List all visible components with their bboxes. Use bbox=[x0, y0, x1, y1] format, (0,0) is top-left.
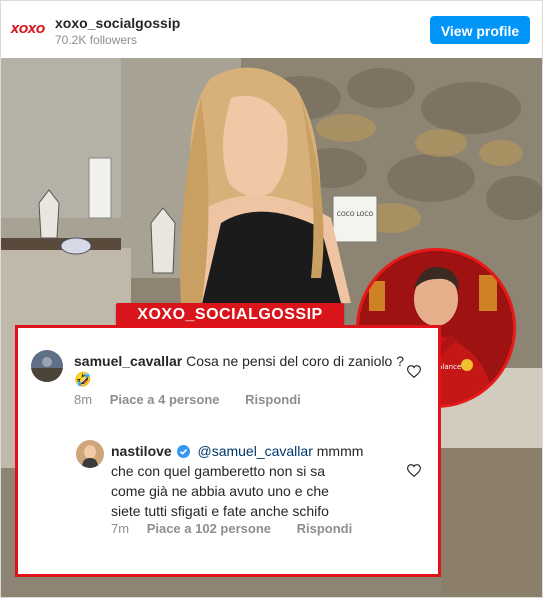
reply-button[interactable]: Rispondi bbox=[245, 392, 301, 407]
svg-text:COCO LOCO: COCO LOCO bbox=[337, 211, 374, 218]
avatar-image bbox=[76, 440, 104, 468]
post-header: XOXO xoxo_socialgossip 70.2K followers V… bbox=[1, 1, 542, 59]
comment-username[interactable]: samuel_cavallar bbox=[74, 353, 182, 369]
commenter-avatar[interactable] bbox=[31, 350, 63, 382]
reply-likes[interactable]: Piace a 102 persone bbox=[147, 521, 271, 536]
comment-body: samuel_cavallar Cosa ne pensi del coro d… bbox=[74, 352, 404, 388]
comment-meta: 8m Piace a 4 persone Rispondi bbox=[74, 392, 323, 407]
reply-username[interactable]: nastilove bbox=[111, 443, 172, 459]
comment-screenshot: samuel_cavallar Cosa ne pensi del coro d… bbox=[15, 325, 441, 577]
reply-button[interactable]: Rispondi bbox=[297, 521, 353, 536]
avatar-image bbox=[31, 350, 63, 382]
reply-time: 7m bbox=[111, 521, 130, 536]
instagram-embed: XOXO xoxo_socialgossip 70.2K followers V… bbox=[0, 0, 543, 598]
reply-body: nastilove @samuel_cavallar mmmm che con … bbox=[111, 441, 411, 521]
post-image[interactable]: COCO LOCO balance XOXO_SOCIALGOSSIP samu… bbox=[1, 58, 542, 597]
logo-text: XOXO bbox=[10, 23, 45, 36]
followers-count: 70.2K followers bbox=[55, 33, 138, 47]
watermark-banner: XOXO_SOCIALGOSSIP bbox=[116, 303, 344, 327]
reply-text-line4: siete tutti sfigati e fate anche schifo bbox=[111, 503, 329, 519]
comment-likes[interactable]: Piace a 4 persone bbox=[110, 392, 220, 407]
verified-badge-icon bbox=[176, 445, 190, 458]
comment-text: Cosa ne pensi del coro di zaniolo ? bbox=[186, 353, 405, 369]
reply-text-line3: come già ne abbia avuto uno e che bbox=[111, 483, 329, 499]
reply-mention[interactable]: @samuel_cavallar bbox=[197, 443, 312, 459]
heart-icon[interactable] bbox=[407, 365, 421, 378]
laughing-emoji-icon: 🤣 bbox=[74, 371, 92, 387]
account-logo-icon[interactable]: XOXO bbox=[10, 17, 46, 41]
view-profile-button[interactable]: View profile bbox=[430, 16, 530, 44]
reply-avatar[interactable] bbox=[76, 440, 104, 468]
heart-icon[interactable] bbox=[407, 464, 421, 477]
coco-loco-sign: COCO LOCO bbox=[332, 195, 378, 243]
reply-meta: 7m Piace a 102 persone Rispondi bbox=[111, 521, 374, 536]
comment-time: 8m bbox=[74, 392, 93, 407]
account-name[interactable]: xoxo_socialgossip bbox=[55, 15, 180, 31]
reply-text-line1: mmmm bbox=[312, 443, 364, 459]
reply-text-line2: che con quel gamberetto non si sa bbox=[111, 463, 326, 479]
